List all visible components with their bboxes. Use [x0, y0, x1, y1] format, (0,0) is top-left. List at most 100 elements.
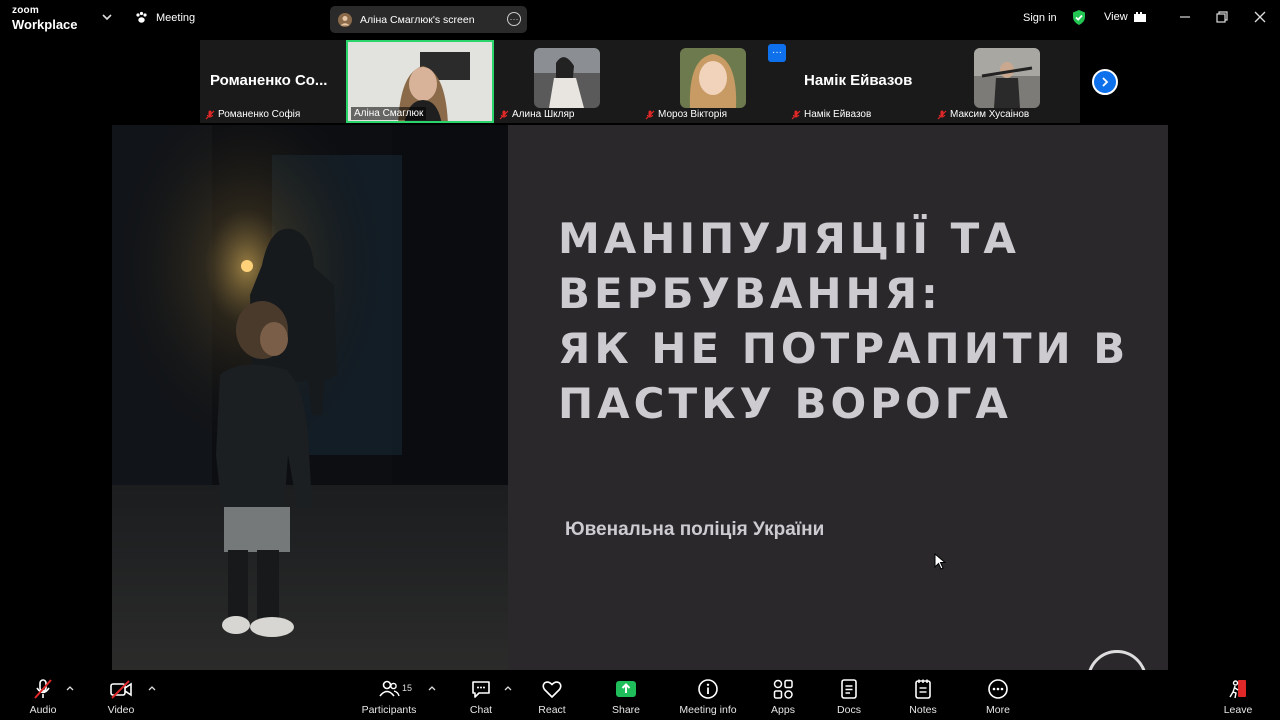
video-off-icon	[110, 680, 132, 699]
leave-icon	[1229, 680, 1246, 699]
meeting-label[interactable]: Meeting	[135, 11, 195, 24]
logo-small-text: zoom	[12, 5, 39, 16]
participant-caption: Максим Хусаінов	[937, 109, 1029, 120]
shared-screen-slide: МАНІПУЛЯЦІЇ ТА ВЕРБУВАННЯ: ЯК НЕ ПОТРАПИ…	[112, 125, 1168, 670]
view-button[interactable]: View	[1104, 11, 1146, 23]
slide-illustration	[112, 125, 508, 670]
logo-big-text: Workplace	[12, 17, 78, 32]
document-icon	[841, 679, 857, 699]
mic-muted-icon	[34, 679, 52, 699]
minimize-icon[interactable]	[1177, 9, 1193, 25]
more-button[interactable]: More	[958, 678, 1038, 716]
chevron-up-icon[interactable]	[66, 685, 74, 691]
participant-tile[interactable]: Мороз Вікторія	[640, 40, 786, 123]
participant-tile[interactable]: Намік Ейвазов Намік Ейвазов	[786, 40, 932, 123]
apps-icon	[773, 679, 793, 699]
notes-icon	[915, 679, 931, 699]
restore-icon[interactable]	[1214, 9, 1230, 25]
more-options-icon[interactable]: ···	[507, 12, 521, 26]
next-page-button[interactable]	[1092, 69, 1118, 95]
participant-tile[interactable]: Максим Хусаінов	[932, 40, 1078, 123]
participant-tile[interactable]: Алина Шкляр	[494, 40, 640, 123]
meeting-info-button[interactable]: Meeting info	[668, 678, 748, 716]
mic-muted-icon	[499, 110, 509, 119]
docs-button[interactable]: Docs	[809, 678, 889, 716]
screen-share-text: Аліна Смаглюк's screen	[360, 13, 475, 26]
participant-name: Алина Шкляр	[512, 109, 575, 120]
chevron-up-icon[interactable]	[428, 685, 436, 691]
chevron-down-icon[interactable]	[100, 10, 114, 24]
top-bar: zoom Workplace Meeting Аліна Смаглюк's s…	[0, 0, 1280, 38]
leave-button[interactable]: Leave	[1198, 678, 1278, 716]
react-label: React	[538, 704, 566, 716]
share-button[interactable]: Share	[586, 678, 666, 716]
participants-label: Participants	[361, 704, 417, 716]
chat-icon	[472, 681, 490, 698]
participant-caption: Намік Ейвазов	[791, 109, 871, 120]
paw-icon	[136, 11, 147, 23]
slide-title-line: ВЕРБУВАННЯ:	[558, 269, 942, 318]
participant-name: Романенко Софія	[218, 109, 301, 120]
mic-muted-icon	[205, 110, 215, 119]
screen-share-indicator[interactable]: Аліна Смаглюк's screen ···	[330, 6, 527, 33]
police-emblem-logo	[1087, 650, 1147, 670]
participant-strip: Романенко Со... Романенко Софія Аліна См…	[200, 40, 1080, 123]
chevron-right-icon	[1102, 77, 1109, 87]
video-button[interactable]: Video	[81, 678, 161, 716]
meeting-label-text: Meeting	[156, 11, 196, 24]
participant-name: Намік Ейвазов	[804, 109, 872, 120]
more-options-icon[interactable]: ···	[768, 44, 786, 62]
zoom-logo: zoom Workplace	[12, 5, 78, 32]
participant-name: Максим Хусаінов	[950, 109, 1030, 120]
more-label: More	[986, 704, 1010, 716]
participant-big-name: Романенко Со...	[210, 72, 328, 89]
participant-avatar	[974, 48, 1040, 108]
mouse-cursor-icon	[934, 553, 946, 570]
leave-label: Leave	[1223, 704, 1253, 716]
slide-title-line: МАНІПУЛЯЦІЇ ТА	[558, 214, 1020, 263]
participant-tile-active[interactable]: Аліна Смаглюк	[346, 40, 494, 123]
share-label: Share	[611, 704, 641, 716]
mic-muted-icon	[791, 110, 801, 119]
slide-title: МАНІПУЛЯЦІЇ ТА ВЕРБУВАННЯ: ЯК НЕ ПОТРАПИ…	[558, 211, 1138, 431]
participant-caption: Аліна Смаглюк	[351, 107, 427, 120]
participant-avatar	[534, 48, 600, 108]
participant-caption: Романенко Софія	[205, 109, 300, 120]
participant-big-name: Намік Ейвазов	[804, 72, 913, 89]
close-icon[interactable]	[1252, 9, 1268, 25]
slide-title-line: ПАСТКУ ВОРОГА	[558, 379, 1012, 428]
shield-check-icon[interactable]	[1071, 9, 1087, 26]
audio-label: Audio	[29, 704, 57, 716]
notes-button[interactable]: Notes	[883, 678, 963, 716]
participants-count: 15	[402, 683, 413, 693]
slide-title-line: ЯК НЕ ПОТРАПИТИ В	[558, 324, 1130, 373]
meeting-toolbar: Audio Video Participants 15 Chat React S…	[0, 671, 1280, 720]
audio-button[interactable]: Audio	[3, 678, 83, 716]
participant-name: Аліна Смаглюк	[354, 108, 424, 119]
participant-name: Мороз Вікторія	[658, 109, 727, 120]
chevron-up-icon[interactable]	[504, 685, 512, 691]
react-button[interactable]: React	[512, 678, 592, 716]
share-screen-icon	[616, 681, 636, 697]
chat-label: Chat	[469, 704, 493, 716]
mic-muted-icon	[937, 110, 947, 119]
info-icon	[698, 679, 718, 699]
participant-tile[interactable]: Романенко Со... Романенко Софія	[200, 40, 346, 123]
participants-button[interactable]: Participants	[349, 678, 429, 716]
user-avatar-icon	[338, 12, 352, 27]
grid-view-icon	[1133, 12, 1146, 22]
docs-label: Docs	[837, 704, 861, 716]
more-icon	[988, 679, 1008, 699]
heart-icon	[542, 681, 562, 698]
participant-caption: Алина Шкляр	[499, 109, 574, 120]
apps-label: Apps	[771, 704, 795, 716]
participant-avatar	[680, 48, 746, 108]
sign-in-link[interactable]: Sign in	[1023, 12, 1057, 24]
mic-muted-icon	[645, 110, 655, 119]
participant-caption: Мороз Вікторія	[645, 109, 727, 120]
chevron-up-icon[interactable]	[148, 685, 156, 691]
video-label: Video	[107, 704, 135, 716]
chat-button[interactable]: Chat	[441, 678, 521, 716]
notes-label: Notes	[909, 704, 937, 716]
meeting-info-label: Meeting info	[679, 704, 737, 716]
